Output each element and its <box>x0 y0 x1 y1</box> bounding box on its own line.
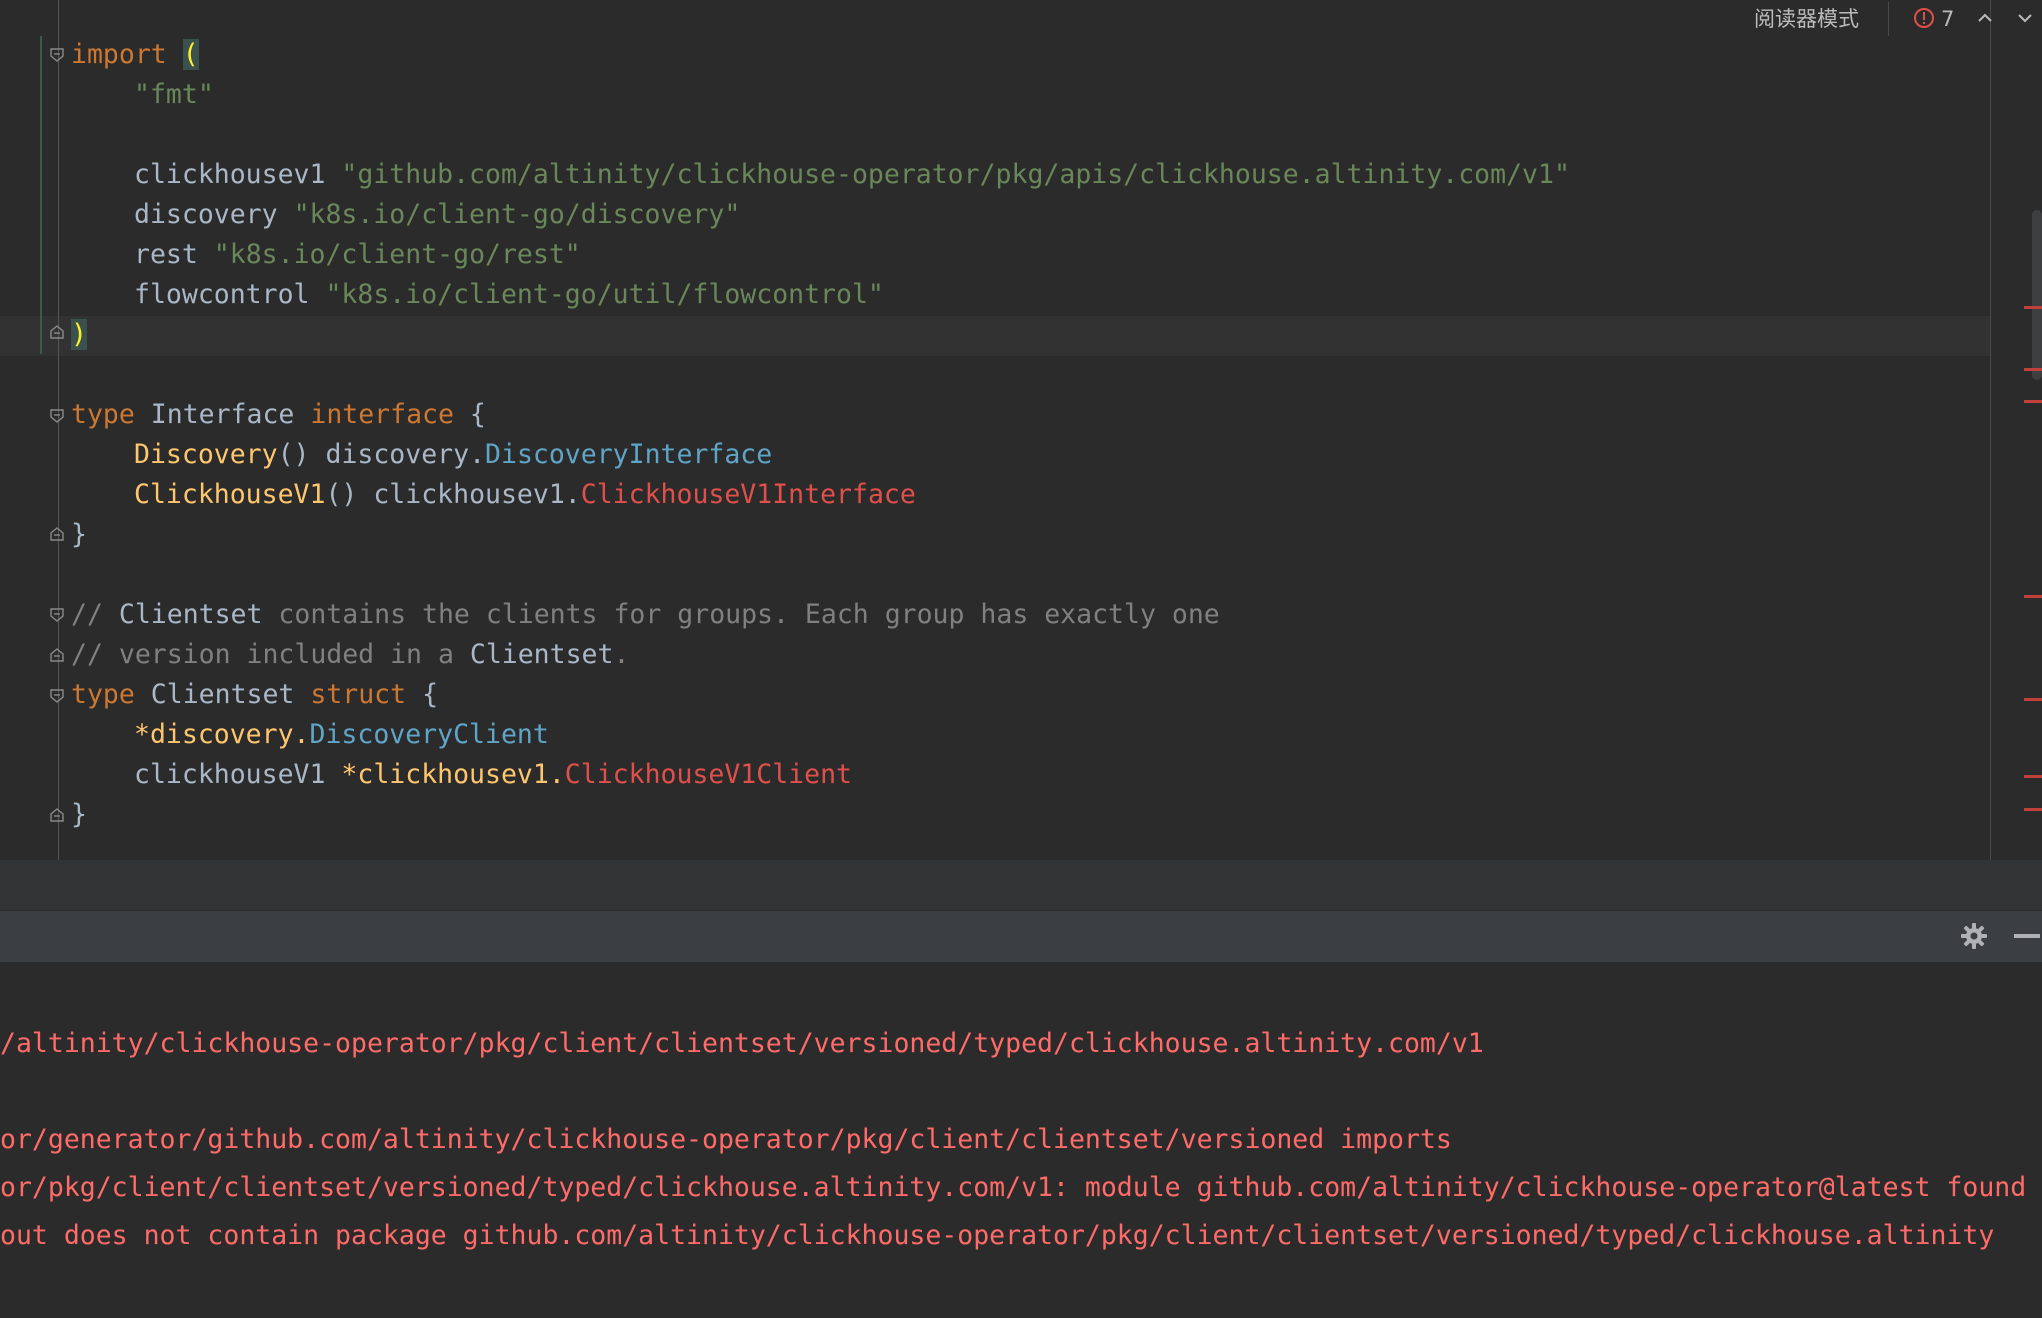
error-stripe-mark[interactable] <box>2024 368 2042 371</box>
error-stripe-mark[interactable] <box>2024 698 2042 701</box>
string-literal: "k8s.io/client-go/util/flowcontrol" <box>325 279 884 310</box>
package-qualifier: discovery. <box>325 439 486 470</box>
fold-close-icon[interactable] <box>50 325 64 339</box>
comment: contains the clients for groups. Each gr… <box>262 599 1220 630</box>
keyword: type <box>71 399 135 430</box>
brace: } <box>71 519 87 550</box>
fold-close-icon[interactable] <box>50 808 64 822</box>
keyword: struct <box>310 679 407 710</box>
type-name: Clientset <box>150 679 295 710</box>
reader-mode-button[interactable]: 阅读器模式 <box>1754 4 1859 34</box>
code-line[interactable]: discovery "k8s.io/client-go/discovery" <box>71 195 740 235</box>
editor-scrollbar-thumb[interactable] <box>2032 210 2042 380</box>
keyword: type <box>71 679 135 710</box>
toolbar-divider <box>1888 2 1889 36</box>
fold-open-icon[interactable] <box>50 689 64 703</box>
code-editor[interactable]: import ( "fmt" clickhousev1 "github.com/… <box>0 0 2042 860</box>
type-reference: DiscoveryClient <box>309 719 549 750</box>
chevron-up-icon[interactable] <box>1975 8 1995 28</box>
console-error-line: /altinity/clickhouse-operator/pkg/client… <box>0 1028 1484 1059</box>
error-stripe-mark[interactable] <box>2024 400 2042 403</box>
code-line[interactable]: clickhousev1 "github.com/altinity/clickh… <box>71 155 1570 195</box>
import-alias: discovery <box>134 199 278 230</box>
code-line[interactable]: rest "k8s.io/client-go/rest" <box>71 235 581 275</box>
brace: { <box>469 399 486 430</box>
console-output[interactable]: /altinity/clickhouse-operator/pkg/client… <box>0 962 2042 1318</box>
code-line[interactable]: // Clientset contains the clients for gr… <box>71 595 1220 635</box>
ide-window: import ( "fmt" clickhousev1 "github.com/… <box>0 0 2042 1318</box>
code-line[interactable]: ) <box>71 315 87 355</box>
string-literal: "k8s.io/client-go/discovery" <box>293 199 741 230</box>
code-line[interactable]: type Interface interface { <box>71 395 486 435</box>
brace: } <box>71 799 87 830</box>
keyword: interface <box>310 399 454 430</box>
code-line[interactable]: type Clientset struct { <box>71 675 438 715</box>
package-qualifier: *clickhousev1. <box>341 759 565 790</box>
comment: // <box>71 599 119 630</box>
code-line[interactable]: flowcontrol "k8s.io/client-go/util/flowc… <box>71 275 884 315</box>
code-line[interactable]: } <box>71 795 87 835</box>
method-name: ClickhouseV1 <box>134 479 326 510</box>
matched-paren: ) <box>71 319 87 350</box>
error-stripe-mark[interactable] <box>2024 595 2042 598</box>
error-count[interactable]: 7 <box>1941 4 1954 34</box>
comment-identifier: Clientset <box>469 639 614 670</box>
brace: { <box>422 679 439 710</box>
right-margin-guide <box>1990 0 1991 860</box>
fold-close-icon[interactable] <box>50 527 64 541</box>
error-stripe-mark[interactable] <box>2024 808 2042 811</box>
minimize-icon[interactable] <box>2014 934 2040 938</box>
chevron-down-icon[interactable] <box>2015 8 2035 28</box>
comment-identifier: Clientset <box>118 599 263 630</box>
field-name: clickhouseV1 <box>134 759 342 790</box>
import-alias: rest <box>134 239 198 270</box>
console-error-line: or/generator/github.com/altinity/clickho… <box>0 1124 1452 1155</box>
fold-open-icon[interactable] <box>50 608 64 622</box>
error-stripe-mark[interactable] <box>2024 775 2042 778</box>
vcs-change-marker[interactable] <box>40 36 42 354</box>
comment: . <box>613 639 630 670</box>
current-line-highlight <box>0 316 1990 356</box>
console-error-line: out does not contain package github.com/… <box>0 1220 1995 1251</box>
tool-window-header <box>0 910 2042 962</box>
import-alias: flowcontrol <box>134 279 310 310</box>
code-line[interactable]: Discovery() discovery.DiscoveryInterface <box>71 435 772 475</box>
code-line[interactable]: import ( <box>71 35 199 75</box>
gutter-divider <box>58 0 59 860</box>
gear-icon[interactable] <box>1960 922 1988 950</box>
method-name: Discovery <box>134 439 278 470</box>
code-line[interactable]: *discovery.DiscoveryClient <box>71 715 549 755</box>
console-error-line: or/pkg/client/clientset/versioned/typed/… <box>0 1172 2027 1203</box>
package-qualifier: clickhousev1. <box>373 479 581 510</box>
editor-bottom-area <box>0 860 2042 910</box>
embedded-field-prefix: *discovery. <box>134 719 310 750</box>
unresolved-type-reference: ClickhouseV1Client <box>564 759 852 790</box>
parens: () <box>277 439 310 470</box>
parens: () <box>325 479 358 510</box>
matched-paren: ( <box>182 39 199 70</box>
error-circle-icon[interactable] <box>1913 7 1935 29</box>
code-line[interactable]: ClickhouseV1() clickhousev1.ClickhouseV1… <box>71 475 916 515</box>
keyword: import <box>71 39 167 70</box>
code-line[interactable]: } <box>71 515 87 555</box>
code-line[interactable]: "fmt" <box>71 75 214 115</box>
string-literal: "k8s.io/client-go/rest" <box>213 239 581 270</box>
type-reference: DiscoveryInterface <box>485 439 773 470</box>
code-line[interactable]: clickhouseV1 *clickhousev1.ClickhouseV1C… <box>71 755 852 795</box>
import-alias: clickhousev1 <box>134 159 326 190</box>
error-stripe-mark[interactable] <box>2024 306 2042 309</box>
fold-open-icon[interactable] <box>50 48 64 62</box>
fold-close-icon[interactable] <box>50 648 64 662</box>
fold-open-icon[interactable] <box>50 409 64 423</box>
type-name: Interface <box>150 399 295 430</box>
string-literal: "github.com/altinity/clickhouse-operator… <box>341 159 1570 190</box>
code-line[interactable]: // version included in a Clientset. <box>71 635 629 675</box>
string-literal: "fmt" <box>134 79 214 110</box>
comment: // version included in a <box>71 639 470 670</box>
unresolved-type-reference: ClickhouseV1Interface <box>580 479 916 510</box>
